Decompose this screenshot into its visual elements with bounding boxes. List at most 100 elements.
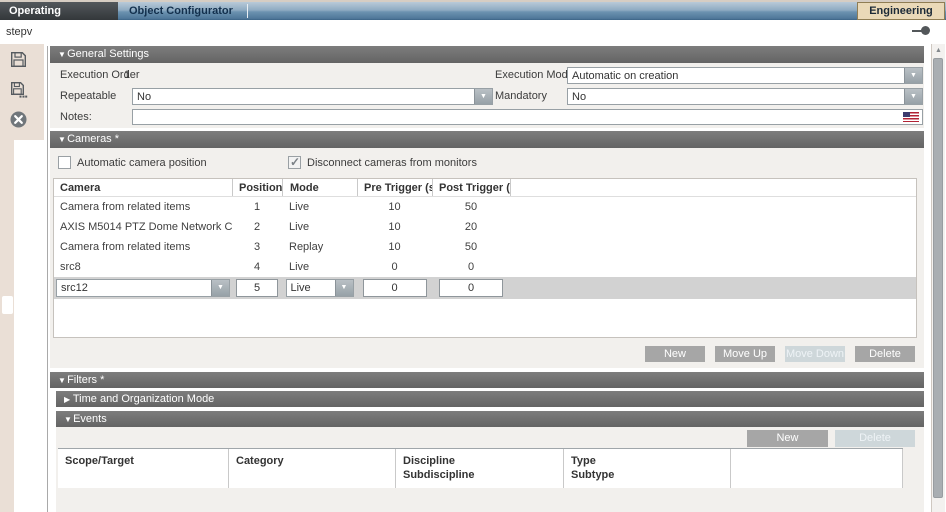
mode-cell: Replay: [282, 237, 357, 257]
breadcrumb: stepv: [6, 26, 32, 38]
camera-select-value: src12: [57, 282, 211, 294]
table-row[interactable]: AXIS M5014 PTZ Dome Network Camera 2 Liv…: [54, 217, 916, 237]
post-trigger-cell: 50: [432, 197, 510, 217]
cameras-panel: Cameras * Automatic camera position Disc…: [50, 131, 924, 368]
engineering-mode-button[interactable]: Engineering: [857, 2, 945, 20]
column-header-camera[interactable]: Camera: [54, 179, 232, 196]
mode-cell: Live: [282, 217, 357, 237]
camera-edit-row[interactable]: src12 Live: [54, 277, 916, 299]
position-input[interactable]: [236, 279, 278, 297]
events-body: New Delete Scope/Target Category Discipl…: [56, 427, 924, 512]
collapse-arrow-icon: [56, 412, 70, 428]
splitter-handle[interactable]: [2, 296, 13, 314]
tab-operating-procedures[interactable]: Operating Procedures: [0, 2, 118, 20]
pre-trigger-cell: 10: [357, 197, 432, 217]
notes-label: Notes:: [60, 109, 92, 126]
scrollbar-thumb[interactable]: [933, 58, 943, 498]
camera-move-down-button: Move Down: [785, 346, 845, 362]
filler-cell: [510, 237, 916, 257]
cameras-table-header: Camera Position Mode Pre Trigger (s) Pos…: [54, 179, 916, 197]
save-as-icon[interactable]: [9, 80, 28, 99]
cameras-body: Automatic camera position Disconnect cam…: [50, 148, 924, 368]
tab-object-configurator[interactable]: Object Configurator: [120, 2, 233, 20]
general-settings-panel: General Settings Execution Order 1 Execu…: [50, 46, 924, 128]
content-left-border: [47, 46, 48, 512]
auto-camera-position-label: Automatic camera position: [77, 156, 207, 170]
post-trigger-cell: 50: [432, 237, 510, 257]
chevron-down-icon[interactable]: [211, 280, 229, 296]
mode-select[interactable]: Live: [286, 279, 354, 297]
filters-header[interactable]: Filters *: [50, 372, 924, 388]
table-row[interactable]: src8 4 Live 0 0: [54, 257, 916, 277]
repeatable-select[interactable]: No: [132, 88, 493, 105]
camera-delete-button[interactable]: Delete: [855, 346, 915, 362]
filler-cell: [510, 217, 916, 237]
column-header-mode[interactable]: Mode: [282, 179, 357, 196]
repeatable-label: Repeatable: [60, 88, 116, 105]
chevron-down-icon[interactable]: [904, 68, 922, 83]
panel-title: Filters *: [67, 374, 104, 386]
general-settings-header[interactable]: General Settings: [50, 46, 924, 63]
disconnect-cameras-label: Disconnect cameras from monitors: [307, 156, 477, 170]
tab-separator: [247, 4, 248, 18]
execution-mode-label: Execution Mode: [495, 67, 574, 84]
collapse-arrow-icon: [50, 373, 64, 389]
column-header-type[interactable]: Type Subtype: [563, 449, 730, 488]
camera-cell: Camera from related items: [54, 237, 232, 257]
column-header-post-trigger[interactable]: Post Trigger (s): [432, 179, 510, 196]
execution-mode-select[interactable]: Automatic on creation: [567, 67, 923, 84]
mode-select-value: Live: [287, 282, 335, 294]
column-header-pre-trigger[interactable]: Pre Trigger (s): [357, 179, 432, 196]
repeatable-value: No: [133, 91, 474, 103]
mode-cell: Live: [282, 197, 357, 217]
time-and-organization-mode-header[interactable]: Time and Organization Mode: [56, 391, 924, 407]
chevron-down-icon[interactable]: [335, 280, 353, 296]
execution-mode-value: Automatic on creation: [568, 70, 904, 82]
pre-trigger-cell: 10: [357, 237, 432, 257]
camera-select[interactable]: src12: [56, 279, 230, 297]
general-settings-body: Execution Order 1 Execution Mode Automat…: [50, 63, 924, 128]
notes-input[interactable]: [132, 109, 923, 125]
pre-trigger-input[interactable]: [363, 279, 427, 297]
panel-title: General Settings: [67, 48, 149, 60]
column-header-scope-target[interactable]: Scope/Target: [58, 449, 228, 488]
post-trigger-cell: 0: [432, 257, 510, 277]
table-row[interactable]: Camera from related items 3 Replay 10 50: [54, 237, 916, 257]
mode-cell: Live: [282, 257, 357, 277]
expand-arrow-icon: [56, 392, 70, 408]
chevron-down-icon[interactable]: [904, 89, 922, 104]
auto-camera-position-checkbox[interactable]: [58, 156, 71, 169]
post-trigger-input[interactable]: [439, 279, 503, 297]
scrollbar-up-icon[interactable]: [932, 45, 945, 57]
filler-cell: [510, 257, 916, 277]
pre-trigger-cell: 10: [357, 217, 432, 237]
camera-move-up-button[interactable]: Move Up: [715, 346, 775, 362]
panel-title: Cameras *: [67, 133, 119, 145]
cameras-header[interactable]: Cameras *: [50, 131, 924, 148]
column-header-discipline[interactable]: Discipline Subdiscipline: [395, 449, 563, 488]
post-trigger-cell: 20: [432, 217, 510, 237]
execution-order-value: 1: [124, 67, 130, 84]
camera-new-button[interactable]: New: [645, 346, 705, 362]
pin-icon[interactable]: [921, 26, 930, 35]
column-header-position[interactable]: Position: [232, 179, 282, 196]
discard-icon[interactable]: [9, 110, 28, 129]
event-delete-button: Delete: [835, 430, 915, 447]
camera-cell: Camera from related items: [54, 197, 232, 217]
pre-trigger-cell: 0: [357, 257, 432, 277]
column-header-category[interactable]: Category: [228, 449, 395, 488]
cameras-table: Camera Position Mode Pre Trigger (s) Pos…: [53, 178, 917, 338]
save-icon[interactable]: [9, 50, 28, 69]
tab-bar: Operating Procedures Object Configurator…: [0, 2, 946, 20]
table-row[interactable]: Camera from related items 1 Live 10 50: [54, 197, 916, 217]
event-new-button[interactable]: New: [747, 430, 828, 447]
camera-cell: src8: [54, 257, 232, 277]
events-table-header: Scope/Target Category Discipline Subdisc…: [58, 448, 903, 488]
column-header-filler: [730, 449, 903, 488]
position-cell: 3: [232, 237, 282, 257]
language-flag-icon[interactable]: [903, 112, 919, 122]
mandatory-select[interactable]: No: [567, 88, 923, 105]
chevron-down-icon[interactable]: [474, 89, 492, 104]
events-header[interactable]: Events: [56, 411, 924, 427]
disconnect-cameras-checkbox[interactable]: [288, 156, 301, 169]
